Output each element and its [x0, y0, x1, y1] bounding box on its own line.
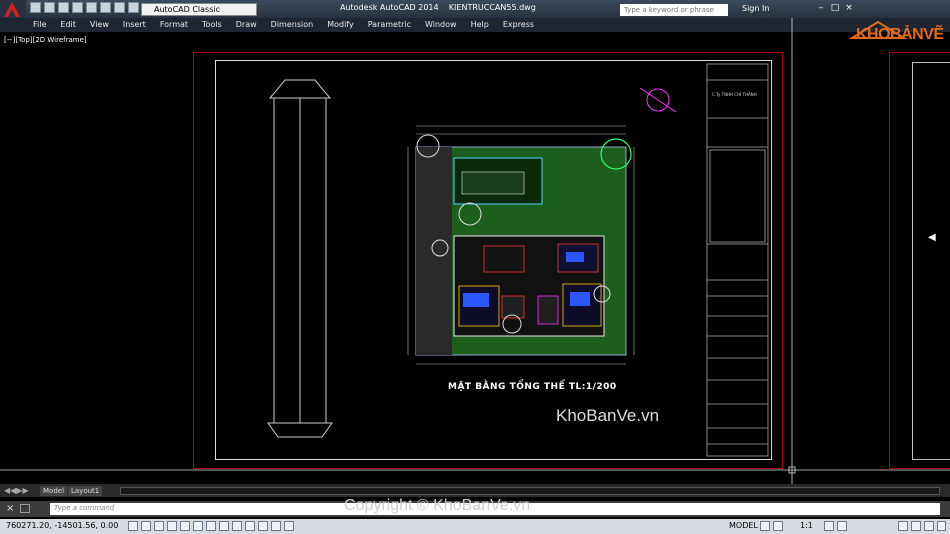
elevation-strip: [267, 79, 333, 438]
quick-view-drawings-icon[interactable]: [773, 521, 783, 531]
plan-title: MẶT BẰNG TỔNG THỂ TL:1/200: [448, 382, 617, 392]
copyright-watermark: Copyright © KhoBanVe.vn: [344, 497, 531, 514]
3d-osnap-icon[interactable]: [193, 521, 203, 531]
model-space-toggle[interactable]: MODEL: [729, 521, 758, 530]
ducs-icon[interactable]: [219, 521, 229, 531]
cad-drawing: ◀: [0, 18, 950, 484]
isolate-objects-icon[interactable]: [924, 521, 934, 531]
horizontal-scrollbar[interactable]: [120, 487, 940, 495]
polar-icon[interactable]: [167, 521, 177, 531]
selection-cycling-icon[interactable]: [284, 521, 294, 531]
clean-screen-icon[interactable]: [937, 521, 946, 531]
otrack-icon[interactable]: [206, 521, 216, 531]
grid-icon[interactable]: [141, 521, 151, 531]
dyn-icon[interactable]: [232, 521, 242, 531]
osnap-icon[interactable]: [180, 521, 190, 531]
tab-nav-arrows[interactable]: ◀◀▶▶: [4, 486, 38, 496]
annotation-scale[interactable]: 1:1: [800, 521, 813, 530]
quick-view-layouts-icon[interactable]: [760, 521, 770, 531]
hardware-acceleration-icon[interactable]: [911, 521, 921, 531]
quick-properties-icon[interactable]: [271, 521, 281, 531]
close-command-icon[interactable]: ×: [6, 503, 14, 514]
transparency-icon[interactable]: [258, 521, 268, 531]
nav-arrow-icon[interactable]: ◀: [928, 232, 936, 243]
command-placeholder: Type a command: [54, 504, 115, 512]
snap-icon[interactable]: [128, 521, 138, 531]
annotation-visibility-icon[interactable]: [824, 521, 834, 531]
coordinate-readout[interactable]: 760271.20, -14501.56, 0.00: [6, 521, 118, 530]
tab-layout1[interactable]: Layout1: [68, 486, 103, 496]
auto-scale-icon[interactable]: [837, 521, 847, 531]
tab-model[interactable]: Model: [40, 486, 68, 496]
ortho-icon[interactable]: [154, 521, 164, 531]
title-block: [706, 63, 769, 457]
customize-icon[interactable]: [20, 504, 30, 513]
north-arrow-icon: [639, 87, 677, 113]
site-watermark: KhoBanVe.vn: [556, 406, 660, 425]
lineweight-icon[interactable]: [245, 521, 255, 531]
site-plan: [407, 125, 635, 365]
lock-icon[interactable]: [898, 521, 908, 531]
titleblock-company: C.Ty TNHH CHÍ THÀNH: [712, 92, 757, 97]
